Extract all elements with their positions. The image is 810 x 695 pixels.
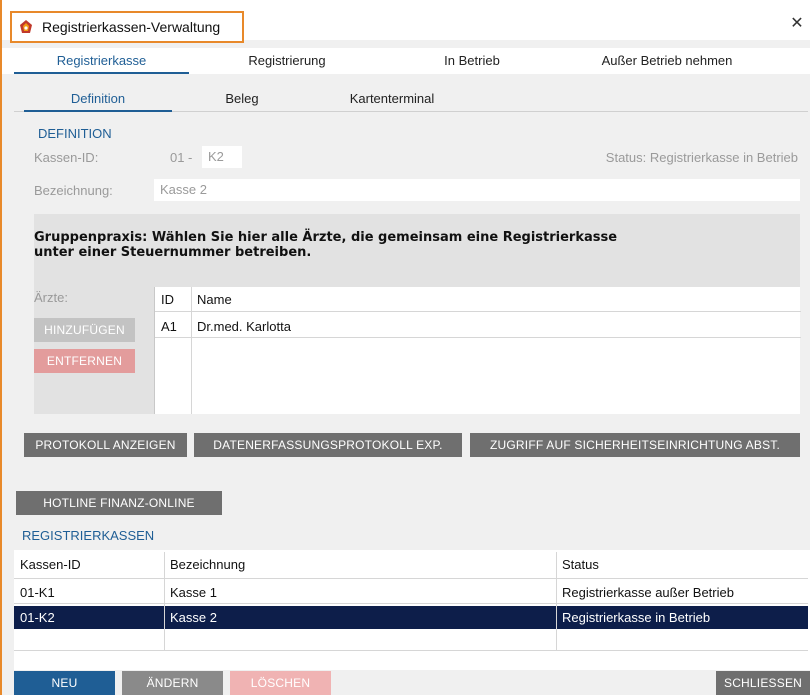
aerzte-header-id[interactable]: ID bbox=[161, 292, 174, 307]
tab-registrierkasse[interactable]: Registrierkasse bbox=[14, 48, 189, 74]
column-header-status[interactable]: Status bbox=[556, 552, 599, 578]
column-separator bbox=[556, 552, 557, 650]
remove-arzt-button[interactable]: ENTFERNEN bbox=[34, 349, 135, 373]
column-header-bezeichnung[interactable]: Bezeichnung bbox=[164, 552, 245, 578]
table-row[interactable]: 01-K1 Kasse 1 Registrierkasse außer Betr… bbox=[14, 581, 808, 604]
hotline-finanz-online-button[interactable]: HOTLINE FINANZ-ONLINE bbox=[16, 491, 222, 515]
aerzte-row-id[interactable]: A1 bbox=[161, 319, 177, 334]
aerzte-label: Ärzte: bbox=[34, 290, 68, 305]
new-button[interactable]: NEU bbox=[14, 671, 115, 695]
kassen-id-prefix: 01 bbox=[170, 150, 185, 165]
close-icon[interactable]: ✕ bbox=[788, 14, 806, 34]
column-separator bbox=[164, 552, 165, 650]
row-kassen-id: 01-K2 bbox=[20, 610, 55, 625]
tab-in-betrieb[interactable]: In Betrieb bbox=[382, 48, 562, 74]
bezeichnung-label: Bezeichnung: bbox=[34, 183, 113, 198]
title-box: Registrierkassen-Verwaltung bbox=[10, 11, 244, 43]
table-header-row: Kassen-ID Bezeichnung Status bbox=[14, 552, 808, 578]
row-bezeichnung: Kasse 1 bbox=[170, 585, 217, 600]
tab-registrierung[interactable]: Registrierung bbox=[202, 48, 372, 74]
kassen-id-label: Kassen-ID: bbox=[34, 150, 99, 165]
kassen-id-separator: - bbox=[188, 150, 193, 165]
table-row-selected[interactable]: 01-K2 Kasse 2 Registrierkasse in Betrieb bbox=[14, 606, 808, 629]
definition-heading: DEFINITION bbox=[38, 126, 112, 141]
close-button[interactable]: SCHLIESSEN bbox=[716, 671, 810, 695]
gruppenpraxis-note-line1: Gruppenpraxis: Wählen Sie hier alle Ärzt… bbox=[34, 230, 618, 245]
row-bezeichnung: Kasse 2 bbox=[170, 610, 217, 625]
sub-tabs: Definition Beleg Kartenterminal bbox=[14, 88, 808, 112]
main-tabs: Registrierkasse Registrierung In Betrieb… bbox=[2, 48, 810, 74]
aerzte-header-name[interactable]: Name bbox=[197, 292, 232, 307]
window-title: Registrierkassen-Verwaltung bbox=[42, 19, 221, 35]
edit-button[interactable]: ÄNDERN bbox=[122, 671, 223, 695]
status-text: Status: Registrierkasse in Betrieb bbox=[605, 150, 798, 165]
subtab-kartenterminal[interactable]: Kartenterminal bbox=[322, 88, 462, 112]
registrierkassen-heading: REGISTRIERKASSEN bbox=[22, 528, 155, 543]
subtab-definition[interactable]: Definition bbox=[24, 88, 172, 112]
row-separator bbox=[14, 603, 808, 604]
aerzte-table: ID Name A1 Dr.med. Karlotta bbox=[154, 287, 801, 414]
row-separator bbox=[14, 650, 808, 651]
title-bar: Registrierkassen-Verwaltung ✕ bbox=[2, 0, 810, 43]
aerzte-row-separator bbox=[155, 337, 801, 338]
add-arzt-button[interactable]: HINZUFÜGEN bbox=[34, 318, 135, 342]
protokoll-anzeigen-button[interactable]: PROTOKOLL ANZEIGEN bbox=[24, 433, 187, 457]
aerzte-header-separator bbox=[155, 311, 801, 312]
zugriff-sicherheitseinrichtung-button[interactable]: ZUGRIFF AUF SICHERHEITSEINRICHTUNG ABST. bbox=[470, 433, 800, 457]
app-logo-icon bbox=[20, 20, 32, 33]
delete-button[interactable]: LÖSCHEN bbox=[230, 671, 331, 695]
aerzte-row-name[interactable]: Dr.med. Karlotta bbox=[197, 319, 291, 334]
gruppenpraxis-note-line2: unter einer Steuernummer betreiben. bbox=[34, 245, 312, 260]
row-kassen-id: 01-K1 bbox=[20, 585, 55, 600]
subtab-beleg[interactable]: Beleg bbox=[192, 88, 292, 112]
aerzte-column-separator bbox=[191, 287, 192, 414]
row-status: Registrierkasse außer Betrieb bbox=[562, 585, 734, 600]
row-separator bbox=[14, 578, 808, 579]
gruppenpraxis-note: Gruppenpraxis: Wählen Sie hier alle Ärzt… bbox=[34, 230, 617, 260]
registrierkassen-window: Registrierkassen-Verwaltung ✕ Registrier… bbox=[0, 0, 810, 695]
tab-ausser-betrieb[interactable]: Außer Betrieb nehmen bbox=[562, 48, 772, 74]
row-status: Registrierkasse in Betrieb bbox=[562, 610, 711, 625]
bezeichnung-field[interactable]: Kasse 2 bbox=[154, 179, 800, 201]
column-header-kassen-id[interactable]: Kassen-ID bbox=[14, 552, 81, 578]
datenerfassungsprotokoll-button[interactable]: DATENERFASSUNGSPROTOKOLL EXP. bbox=[194, 433, 462, 457]
kassen-id-field[interactable]: K2 bbox=[202, 146, 242, 168]
